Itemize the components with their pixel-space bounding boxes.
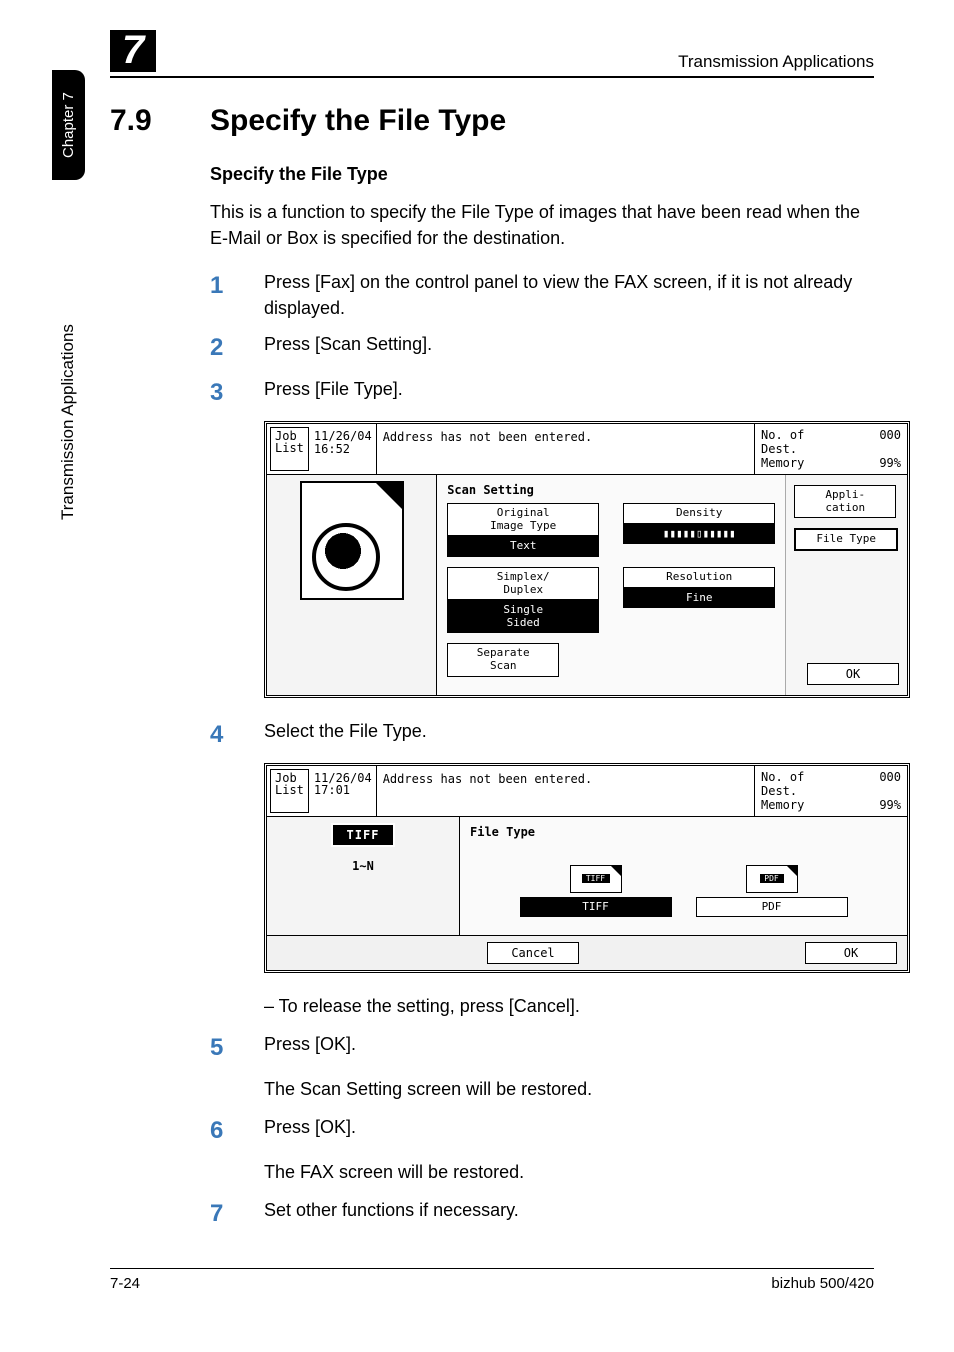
lcd-datetime: 11/26/04 16:52	[312, 424, 376, 474]
step-number: 3	[210, 376, 264, 411]
step-text: Press [Scan Setting].	[264, 331, 432, 366]
lcd-message: Address has not been entered.	[376, 766, 754, 816]
step-text: Press [OK].	[264, 1031, 356, 1066]
step-number: 5	[210, 1031, 264, 1066]
page-footer: 7-24 bizhub 500/420	[110, 1268, 874, 1292]
current-file-type-badge: TIFF	[331, 823, 396, 847]
step-text: Select the File Type.	[264, 718, 427, 753]
page-range-label: 1∼N	[352, 859, 374, 873]
memory-label: Memory	[761, 456, 804, 470]
dest-label: No. of Dest.	[761, 770, 804, 798]
running-title: Transmission Applications	[678, 52, 874, 72]
pdf-mini-icon: PDF	[760, 874, 784, 883]
original-image-type-label: Original Image Type	[447, 503, 599, 536]
section-heading: 7.9 Specify the File Type	[110, 104, 874, 138]
pdf-option-button[interactable]: PDF	[696, 897, 848, 918]
chapter-number-badge: 7	[110, 30, 156, 72]
step-6: 6 Press [OK].	[210, 1114, 874, 1149]
memory-value: 99%	[879, 798, 901, 812]
dest-value: 000	[879, 428, 901, 456]
step-6-result: The FAX screen will be restored.	[264, 1159, 874, 1185]
separate-scan-button[interactable]: Separate Scan	[447, 643, 559, 676]
step-number: 4	[210, 718, 264, 753]
memory-value: 99%	[879, 456, 901, 470]
intro-paragraph: This is a function to specify the File T…	[210, 199, 874, 251]
step-number: 7	[210, 1197, 264, 1232]
step-5: 5 Press [OK].	[210, 1031, 874, 1066]
document-preview-icon	[300, 481, 404, 600]
file-type-button[interactable]: File Type	[794, 528, 898, 551]
lcd-panel-file-type: Job List 11/26/04 17:01 Address has not …	[264, 763, 910, 974]
step-number: 2	[210, 331, 264, 366]
resolution-label: Resolution	[623, 567, 775, 588]
step-7: 7 Set other functions if necessary.	[210, 1197, 874, 1232]
resolution-button[interactable]: Fine	[623, 588, 775, 609]
lcd-status: No. of Dest. 000 Memory 99%	[754, 766, 907, 816]
lcd-panel-title: File Type	[470, 825, 897, 839]
section-subheading: Specify the File Type	[210, 164, 874, 185]
step-number: 6	[210, 1114, 264, 1149]
lcd-panel-scan-setting: Job List 11/26/04 16:52 Address has not …	[264, 421, 910, 698]
ok-button[interactable]: OK	[807, 663, 899, 685]
lcd-datetime: 11/26/04 17:01	[312, 766, 376, 816]
lcd-panel-title: Scan Setting	[447, 483, 775, 497]
dest-label: No. of Dest.	[761, 428, 804, 456]
page-header: 7 Transmission Applications	[110, 30, 874, 78]
tiff-option-button[interactable]: TIFF	[520, 897, 672, 918]
step-3: 3 Press [File Type].	[210, 376, 874, 411]
lcd-status: No. of Dest. 000 Memory 99%	[754, 424, 907, 474]
ok-button[interactable]: OK	[805, 942, 897, 964]
lcd-message: Address has not been entered.	[376, 424, 754, 474]
duplex-button[interactable]: Single Sided	[447, 600, 599, 633]
product-name: bizhub 500/420	[771, 1275, 874, 1292]
step-4-subnote: – To release the setting, press [Cancel]…	[284, 993, 874, 1019]
step-1: 1 Press [Fax] on the control panel to vi…	[210, 269, 874, 321]
tiff-mini-icon: TIFF	[582, 874, 610, 883]
dest-value: 000	[879, 770, 901, 798]
application-button[interactable]: Appli- cation	[794, 485, 896, 518]
step-number: 1	[210, 269, 264, 321]
step-text: Press [Fax] on the control panel to view…	[264, 269, 874, 321]
section-title: Specify the File Type	[210, 104, 506, 138]
step-4: 4 Select the File Type.	[210, 718, 874, 753]
step-5-result: The Scan Setting screen will be restored…	[264, 1076, 874, 1102]
memory-label: Memory	[761, 798, 804, 812]
page-number: 7-24	[110, 1275, 140, 1292]
section-number: 7.9	[110, 104, 210, 138]
job-list-button[interactable]: Job List	[270, 427, 309, 471]
step-2: 2 Press [Scan Setting].	[210, 331, 874, 366]
section-tab: Transmission Applications	[52, 324, 84, 520]
step-text: Press [OK].	[264, 1114, 356, 1149]
density-label: Density	[623, 503, 775, 524]
job-list-button[interactable]: Job List	[270, 769, 309, 813]
duplex-label: Simplex/ Duplex	[447, 567, 599, 600]
step-text: Set other functions if necessary.	[264, 1197, 519, 1232]
step-text: Press [File Type].	[264, 376, 403, 411]
cancel-button[interactable]: Cancel	[487, 942, 579, 964]
chapter-tab: Chapter 7	[52, 70, 85, 180]
density-button[interactable]: ▮▮▮▮▮▯▮▮▮▮▮	[623, 524, 775, 545]
original-image-type-button[interactable]: Text	[447, 536, 599, 557]
